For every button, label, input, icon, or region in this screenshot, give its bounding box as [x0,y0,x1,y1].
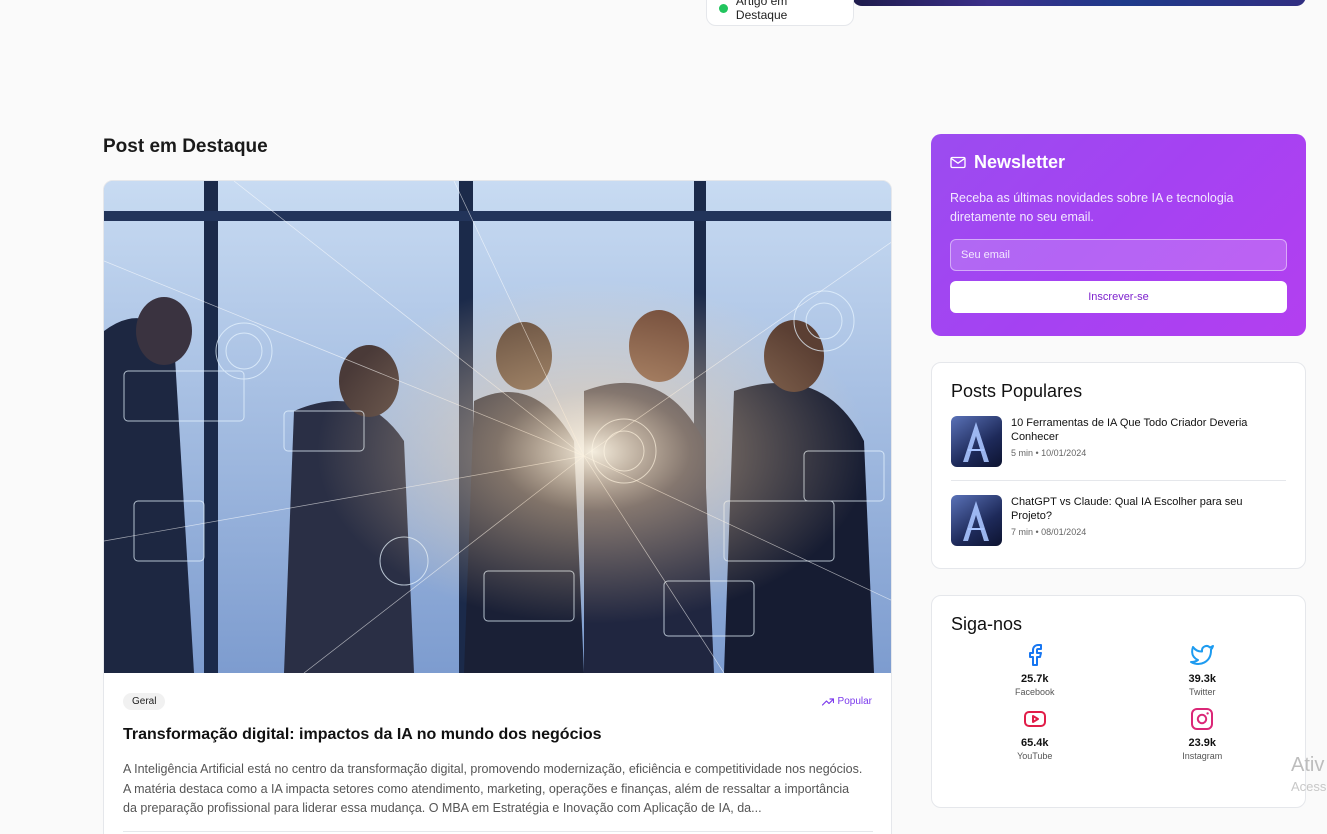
newsletter-description: Receba as últimas novidades sobre IA e t… [950,191,1234,224]
social-name: Instagram [1182,751,1223,761]
subscribe-button[interactable]: Inscrever-se [950,281,1287,313]
social-name: Facebook [1014,687,1055,697]
follow-us-card: Siga-nos 25.7k Facebook 39.3k Twitter 65… [931,595,1306,808]
twitter-icon[interactable] [1189,643,1215,667]
mail-icon [950,156,966,169]
divider [951,480,1286,481]
thumbnail-art [963,422,989,462]
popular-posts-title: Posts Populares [951,381,1083,401]
post-thumbnail[interactable] [951,416,1002,467]
post-body: Geral Popular Transformação digital: imp… [104,673,891,832]
social-grid: 25.7k Facebook 39.3k Twitter 65.4k YouTu… [951,643,1286,761]
trending-up-icon [821,697,834,706]
social-twitter[interactable]: 39.3k Twitter [1119,643,1287,697]
post-thumbnail[interactable] [951,495,1002,546]
facebook-icon[interactable] [1023,643,1047,667]
featured-post-image[interactable] [104,181,891,673]
category-tag[interactable]: Geral [123,693,166,710]
popular-posts-card: Posts Populares 10 Ferramentas de IA Que… [931,362,1306,569]
instagram-icon[interactable] [1190,707,1214,731]
social-count: 25.7k [1020,673,1049,685]
popular-post-meta: 5 min • 10/01/2024 [1011,448,1087,458]
popular-post-item[interactable]: ChatGPT vs Claude: Qual IA Escolher para… [951,495,1286,546]
thumbnail-art [963,501,989,541]
social-count: 39.3k [1188,673,1217,685]
os-activation-watermark: Ativ Acess [1291,754,1326,798]
social-facebook[interactable]: 25.7k Facebook [951,643,1119,697]
post-excerpt: A Inteligência Artificial está no centro… [123,762,863,815]
newsletter-header: Newsletter [950,152,1287,173]
post-title[interactable]: Transformação digital: impactos da IA no… [123,726,872,744]
social-youtube[interactable]: 65.4k YouTube [951,707,1119,761]
featured-badge-label: Artigo em Destaque [735,0,788,22]
status-dot [719,3,728,13]
youtube-icon[interactable] [1022,707,1048,731]
top-hero-image [852,0,1306,6]
post-illustration [104,181,891,673]
social-count: 23.9k [1188,737,1217,749]
social-name: YouTube [1017,751,1053,761]
section-title: Post em Destaque [103,136,268,157]
watermark-line2: Acess [1291,779,1327,794]
popular-post-item[interactable]: 10 Ferramentas de IA Que Todo Criador De… [951,416,1286,467]
popular-post-meta: 7 min • 08/01/2024 [1011,527,1087,537]
popular-post-title[interactable]: 10 Ferramentas de IA Que Todo Criador De… [1011,416,1271,444]
popular-post-title[interactable]: ChatGPT vs Claude: Qual IA Escolher para… [1011,495,1271,523]
featured-article-badge: Artigo em Destaque [706,0,854,26]
newsletter-card: Newsletter Receba as últimas novidades s… [931,134,1306,336]
social-name: Twitter [1188,687,1216,697]
email-input[interactable] [950,239,1287,271]
watermark-line1: Ativ [1291,754,1325,776]
social-instagram[interactable]: 23.9k Instagram [1119,707,1287,761]
tag-row: Geral Popular [123,693,872,710]
newsletter-title: Newsletter [974,152,1066,172]
popular-badge: Popular [821,696,872,707]
divider [123,830,873,832]
follow-title: Siga-nos [951,614,1023,634]
social-count: 65.4k [1020,737,1049,749]
popular-label: Popular [837,696,872,707]
featured-post-card[interactable]: Geral Popular Transformação digital: imp… [103,180,892,834]
